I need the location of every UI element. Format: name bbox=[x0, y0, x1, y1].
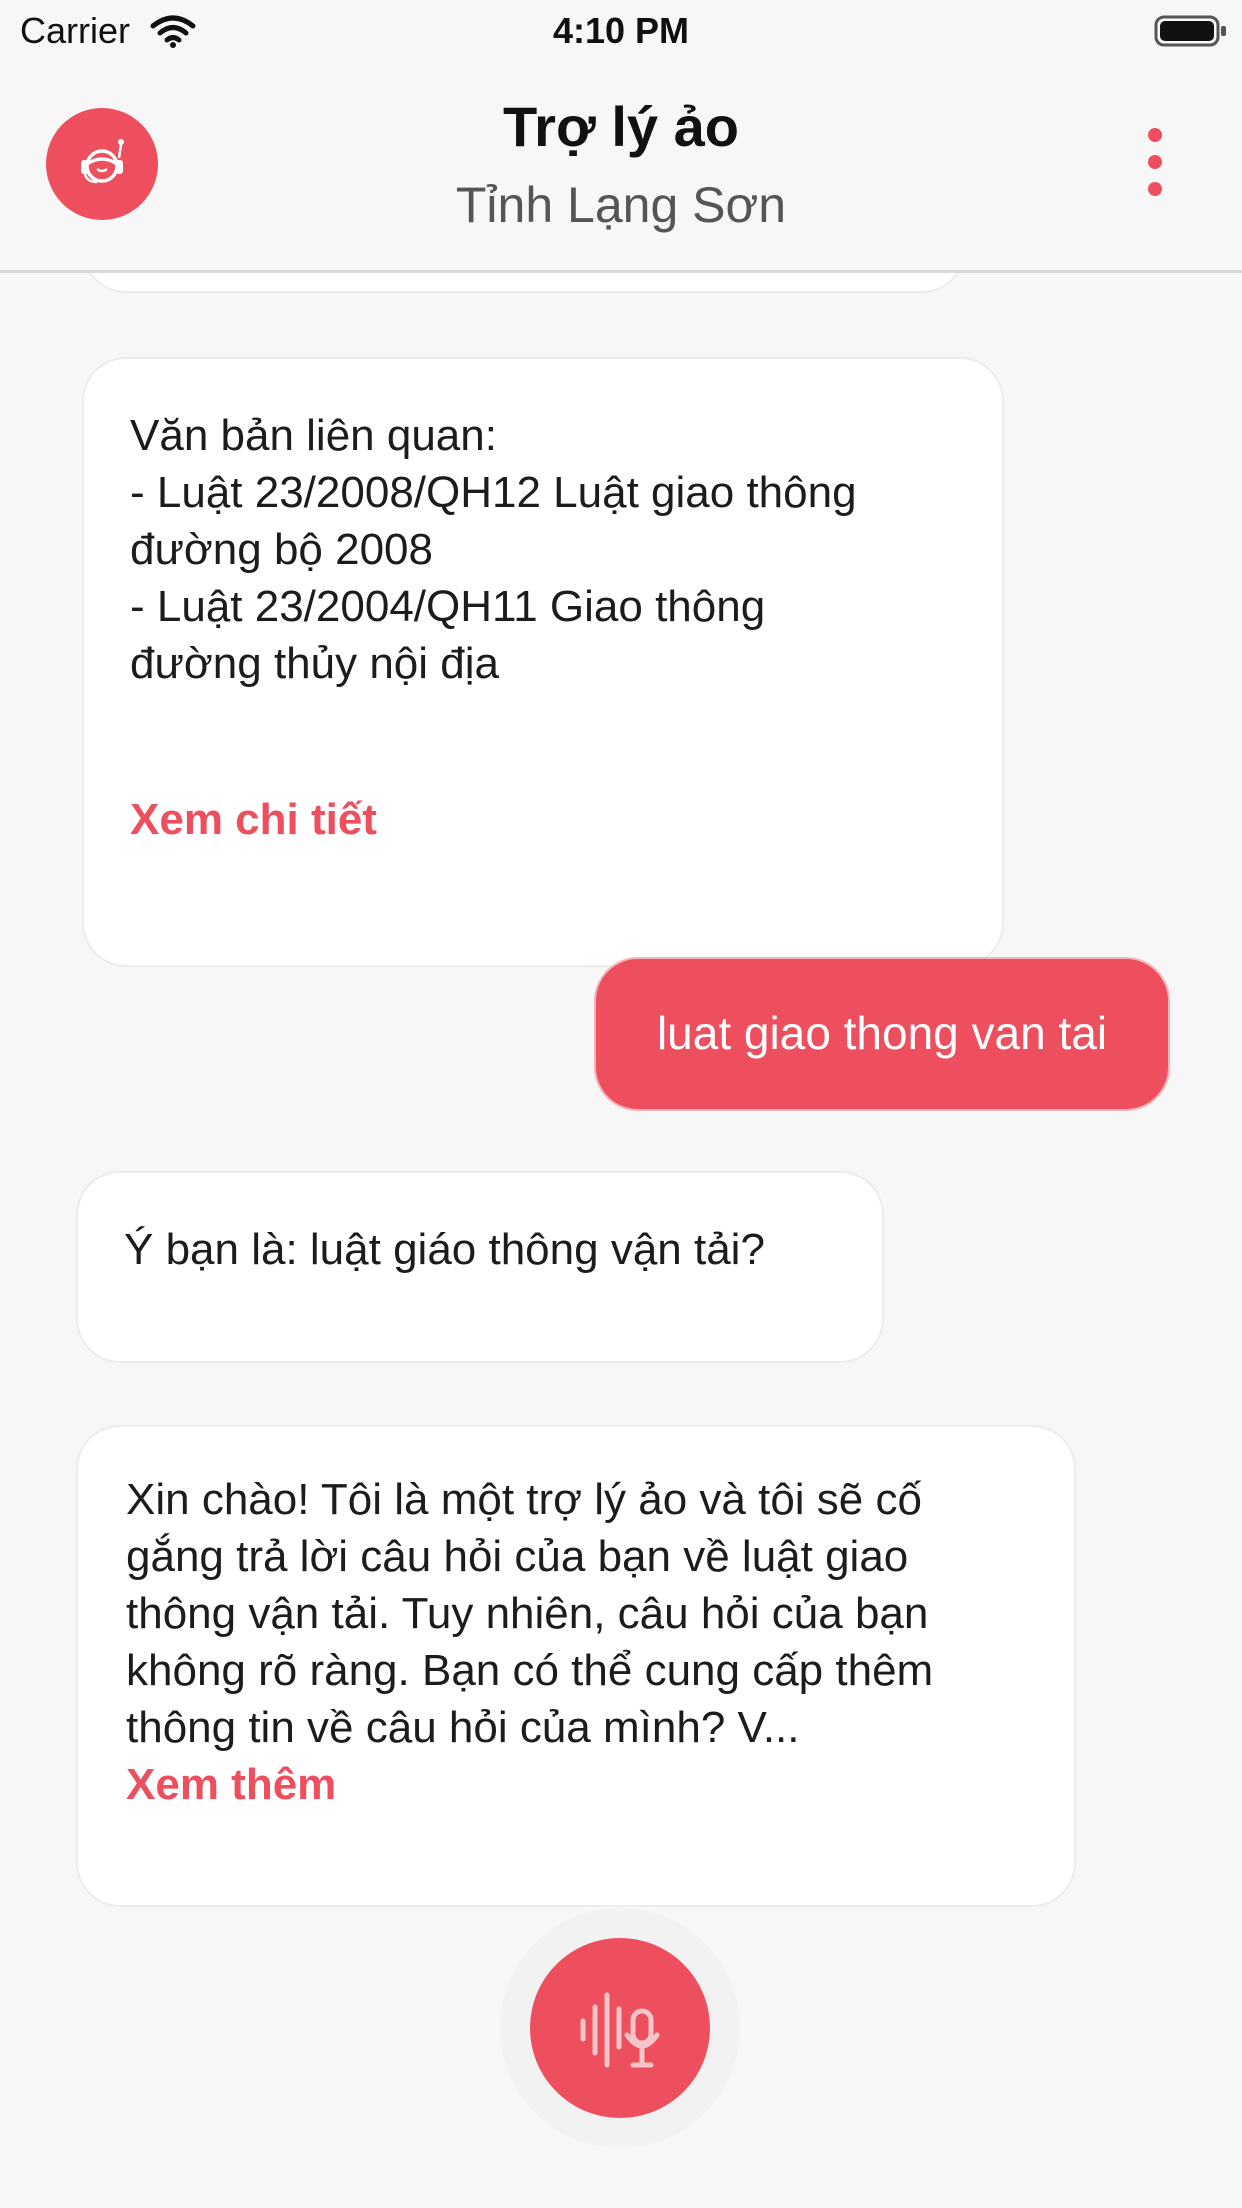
user-message: luat giao thong van tai bbox=[594, 957, 1170, 1111]
docs-line: đường bộ 2008 bbox=[130, 525, 433, 574]
more-options-button[interactable] bbox=[1130, 128, 1180, 208]
docs-line: Văn bản liên quan: bbox=[130, 411, 497, 460]
docs-line: - Luật 23/2008/QH12 Luật giao thông bbox=[130, 468, 857, 517]
user-message-text: luat giao thong van tai bbox=[656, 1007, 1108, 1059]
more-vertical-icon bbox=[1130, 128, 1180, 196]
page-subtitle: Tỉnh Lạng Sơn bbox=[455, 177, 787, 233]
answer-line: thông vận tải. Tuy nhiên, câu hỏi của bạ… bbox=[126, 1589, 929, 1638]
answer-line: gắng trả lời câu hỏi của bạn về luật gia… bbox=[126, 1532, 909, 1581]
answer-line: không rõ ràng. Bạn có thể cung cấp thêm bbox=[126, 1646, 934, 1695]
voice-input-button[interactable] bbox=[530, 1938, 710, 2118]
status-bar: Carrier 4:10 PM bbox=[0, 0, 1242, 64]
docs-line: đường thủy nội địa bbox=[130, 639, 499, 688]
suggestion-message[interactable]: Ý bạn là: luật giáo thông vận tải? bbox=[76, 1171, 884, 1363]
related-documents-message: Văn bản liên quan: - Luật 23/2008/QH12 L… bbox=[82, 357, 1004, 967]
read-more-link[interactable]: Xem thêm bbox=[126, 1756, 1028, 1813]
assistant-answer-message: Xin chào! Tôi là một trợ lý ảo và tôi sẽ… bbox=[76, 1425, 1076, 1907]
message-bubble-partial bbox=[82, 273, 966, 293]
answer-line: Xin chào! Tôi là một trợ lý ảo và tôi sẽ… bbox=[126, 1475, 922, 1524]
header: Trợ lý ảo Tỉnh Lạng Sơn bbox=[0, 64, 1242, 273]
answer-line: thông tin về câu hỏi của mình? V... bbox=[126, 1703, 800, 1752]
clock: 4:10 PM bbox=[552, 10, 690, 51]
view-details-link[interactable]: Xem chi tiết bbox=[130, 791, 377, 848]
docs-line: - Luật 23/2004/QH11 Giao thông bbox=[130, 582, 766, 631]
suggestion-text: Ý bạn là: luật giáo thông vận tải? bbox=[124, 1225, 765, 1274]
voice-microphone-icon bbox=[580, 1992, 660, 2068]
page-title: Trợ lý ảo bbox=[503, 95, 739, 158]
battery-icon bbox=[1154, 15, 1226, 47]
